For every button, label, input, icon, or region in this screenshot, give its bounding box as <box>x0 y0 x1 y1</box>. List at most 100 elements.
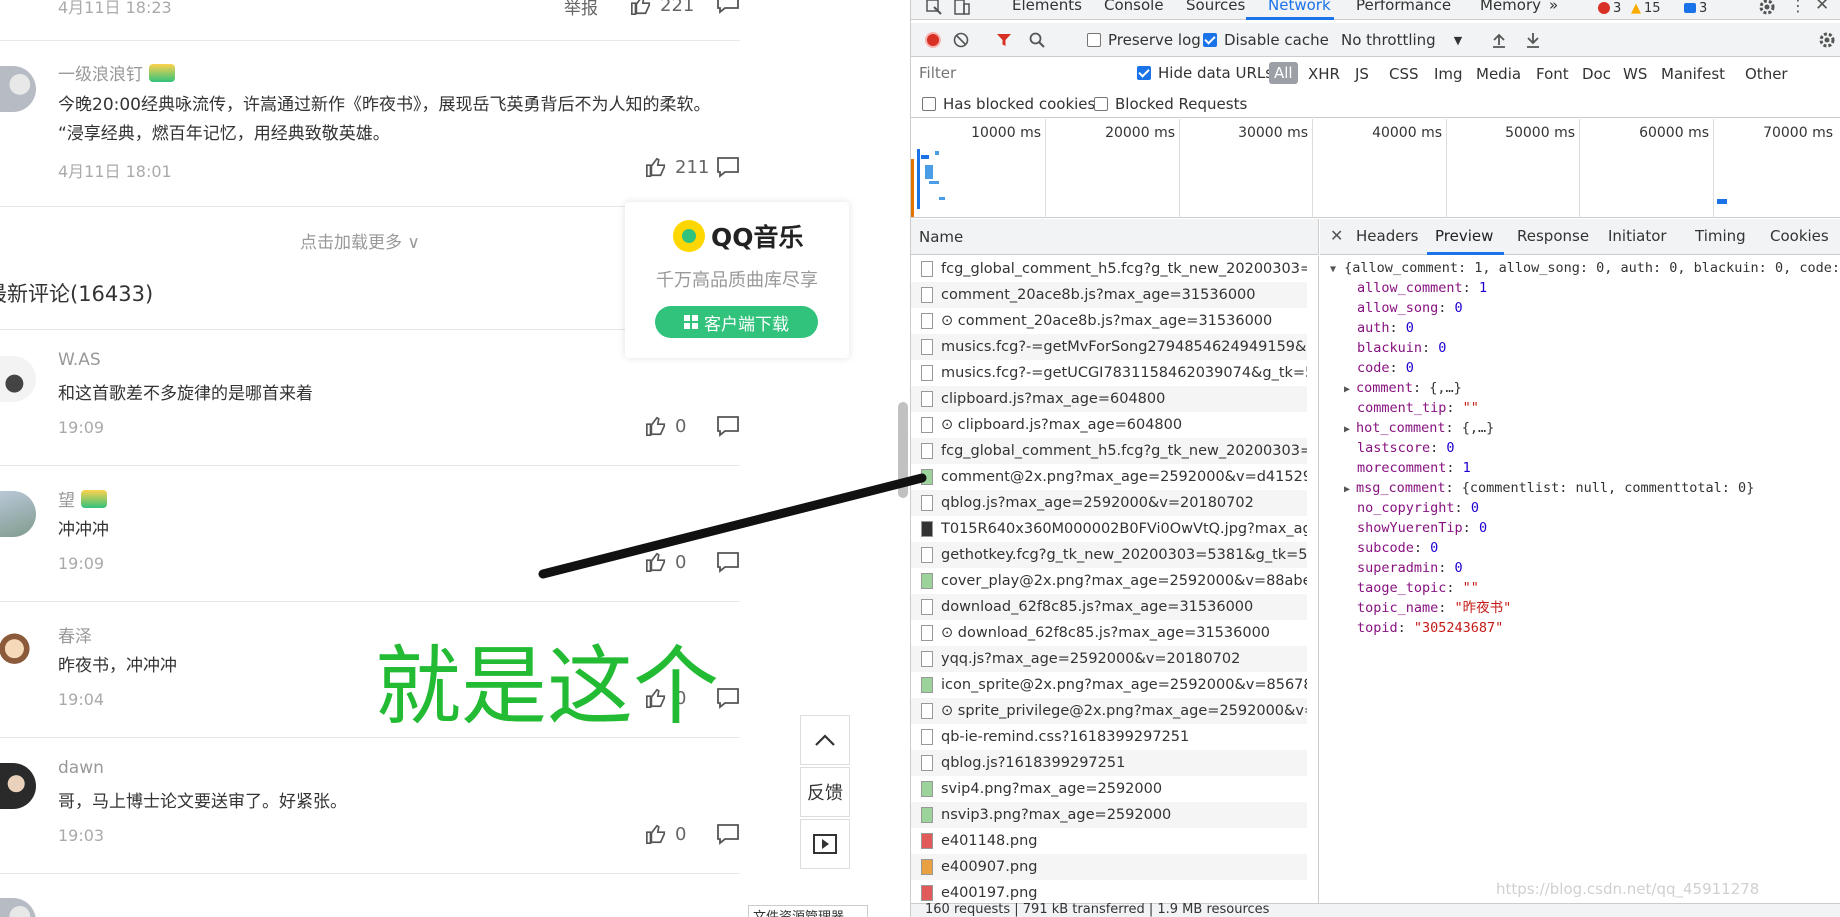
network-timeline-overview[interactable]: 10000 ms 20000 ms 30000 ms 40000 ms 5000… <box>911 119 1840 218</box>
report-link[interactable]: 举报 <box>564 0 598 19</box>
request-row[interactable]: e400197.png <box>911 880 1307 904</box>
tab-preview[interactable]: Preview <box>1435 227 1493 245</box>
type-filter-img[interactable]: Img <box>1434 65 1463 83</box>
request-row[interactable]: ⊙ comment_20ace8b.js?max_age=31536000 <box>911 308 1307 334</box>
client-download-button[interactable]: 客户端下载 <box>655 306 818 338</box>
like-button[interactable]: 0 <box>645 821 686 847</box>
comment-username[interactable]: W.AS <box>58 350 101 370</box>
type-filter-font[interactable]: Font <box>1536 65 1569 83</box>
reply-icon[interactable] <box>716 0 740 14</box>
throttling-select[interactable]: No throttling ▼ <box>1341 23 1462 57</box>
request-row[interactable]: clipboard.js?max_age=604800 <box>911 386 1307 412</box>
back-to-top-button[interactable] <box>800 715 850 765</box>
type-filter-ws[interactable]: WS <box>1623 65 1647 83</box>
request-row[interactable]: ⊙ sprite_privilege@2x.png?max_age=259200… <box>911 698 1307 724</box>
avatar[interactable] <box>0 763 36 809</box>
preserve-log-checkbox[interactable]: Preserve log <box>1087 23 1201 57</box>
tab-headers[interactable]: Headers <box>1356 227 1418 245</box>
json-root-summary[interactable]: ▼ {allow_comment: 1, allow_song: 0, auth… <box>1330 258 1840 280</box>
type-filter-js[interactable]: JS <box>1355 65 1369 83</box>
like-button[interactable]: 211 <box>645 154 709 180</box>
filter-input[interactable] <box>919 60 1125 86</box>
disable-cache-checkbox[interactable]: Disable cache <box>1203 23 1329 57</box>
json-field[interactable]: ▶ comment: {,…} <box>1344 378 1462 400</box>
request-row[interactable]: nsvip3.png?max_age=2592000 <box>911 802 1307 828</box>
reply-icon[interactable] <box>716 551 740 573</box>
tab-performance[interactable]: Performance <box>1356 0 1451 14</box>
json-field[interactable]: ▶ hot_comment: {,…} <box>1344 418 1494 440</box>
request-row[interactable]: fcg_global_comment_h5.fcg?g_tk_new_20200… <box>911 438 1307 464</box>
tab-timing[interactable]: Timing <box>1695 227 1746 245</box>
request-row[interactable]: ⊙ clipboard.js?max_age=604800 <box>911 412 1307 438</box>
tab-elements[interactable]: Elements <box>1012 0 1082 14</box>
request-row[interactable]: comment_20ace8b.js?max_age=31536000 <box>911 282 1307 308</box>
tab-memory[interactable]: Memory <box>1480 0 1541 14</box>
avatar[interactable] <box>0 628 36 674</box>
filter-toggle-button[interactable] <box>996 23 1012 57</box>
request-row[interactable]: svip4.png?max_age=2592000 <box>911 776 1307 802</box>
request-row[interactable]: icon_sprite@2x.png?max_age=2592000&v=856… <box>911 672 1307 698</box>
network-settings-gear-icon[interactable] <box>1818 31 1836 49</box>
tab-cookies[interactable]: Cookies <box>1770 227 1829 245</box>
device-toolbar-icon[interactable] <box>953 0 971 16</box>
message-count-badge[interactable]: 3 <box>1684 0 1707 18</box>
error-count-badge[interactable]: 3 <box>1598 0 1621 18</box>
request-row[interactable]: gethotkey.fcg?g_tk_new_20200303=5381&g_t… <box>911 542 1307 568</box>
request-row[interactable]: download_62f8c85.js?max_age=31536000 <box>911 594 1307 620</box>
avatar[interactable] <box>0 356 36 402</box>
name-column-header[interactable]: Name <box>919 228 963 246</box>
like-button[interactable]: 0 <box>645 413 686 439</box>
reply-icon[interactable] <box>716 687 740 709</box>
play-video-button[interactable] <box>800 819 850 869</box>
reply-icon[interactable] <box>716 415 740 437</box>
json-field[interactable]: ▶ msg_comment: {commentlist: null, comme… <box>1344 478 1754 500</box>
request-row[interactable]: e400907.png <box>911 854 1307 880</box>
like-button[interactable]: 0 <box>645 685 686 711</box>
request-row[interactable]: qblog.js?max_age=2592000&v=20180702 <box>911 490 1307 516</box>
tab-console[interactable]: Console <box>1104 0 1164 14</box>
request-row[interactable]: qb-ie-remind.css?1618399297251 <box>911 724 1307 750</box>
like-button[interactable]: 221 <box>630 0 694 18</box>
request-row[interactable]: ⊙ download_62f8c85.js?max_age=31536000 <box>911 620 1307 646</box>
search-button[interactable] <box>1029 23 1045 57</box>
request-row[interactable]: yqq.js?max_age=2592000&v=20180702 <box>911 646 1307 672</box>
like-button[interactable]: 0 <box>645 549 686 575</box>
hide-data-urls-checkbox[interactable]: Hide data URLs <box>1137 64 1273 82</box>
type-filter-all[interactable]: All <box>1269 62 1298 84</box>
comment-username[interactable]: dawn <box>58 758 104 778</box>
close-icon[interactable]: ✕ <box>1815 0 1829 15</box>
page-scrollbar-thumb[interactable] <box>898 402 908 498</box>
tab-sources[interactable]: Sources <box>1186 0 1245 14</box>
export-har-button[interactable] <box>1525 23 1541 57</box>
clear-button[interactable] <box>953 23 969 57</box>
tab-initiator[interactable]: Initiator <box>1608 227 1667 245</box>
kebab-menu-icon[interactable]: ⋮ <box>1790 0 1806 15</box>
avatar[interactable] <box>0 66 36 112</box>
load-more-link[interactable]: 点击加载更多 ∨ <box>300 228 420 253</box>
type-filter-css[interactable]: CSS <box>1389 65 1419 83</box>
tab-network[interactable]: Network <box>1268 0 1331 14</box>
type-filter-doc[interactable]: Doc <box>1582 65 1611 83</box>
inspect-element-icon[interactable] <box>925 0 943 16</box>
request-row[interactable]: comment@2x.png?max_age=2592000&v=d415294… <box>911 464 1307 490</box>
type-filter-xhr[interactable]: XHR <box>1308 65 1340 83</box>
request-row[interactable]: fcg_global_comment_h5.fcg?g_tk_new_20200… <box>911 256 1307 282</box>
feedback-button[interactable]: 反馈 <box>800 767 850 817</box>
reply-icon[interactable] <box>716 156 740 178</box>
request-list-header[interactable]: Name <box>911 219 1319 255</box>
request-row[interactable]: musics.fcg?-=getUCGI7831158462039074&g_t… <box>911 360 1307 386</box>
type-filter-media[interactable]: Media <box>1476 65 1521 83</box>
settings-gear-icon[interactable] <box>1758 0 1776 16</box>
type-filter-other[interactable]: Other <box>1745 65 1788 83</box>
has-blocked-cookies-checkbox[interactable]: Has blocked cookies <box>922 95 1095 113</box>
type-filter-manifest[interactable]: Manifest <box>1661 65 1725 83</box>
blocked-requests-checkbox[interactable]: Blocked Requests <box>1094 95 1247 113</box>
request-row[interactable]: T015R640x360M000002B0FVi0OwVtQ.jpg?max_a… <box>911 516 1307 542</box>
comment-username[interactable]: 望 <box>58 486 107 511</box>
reply-icon[interactable] <box>716 823 740 845</box>
warning-count-badge[interactable]: ▲ 15 <box>1631 0 1661 18</box>
record-button[interactable] <box>925 23 941 57</box>
comment-username[interactable]: 春泽 <box>58 622 92 647</box>
import-har-button[interactable] <box>1491 23 1507 57</box>
comment-username[interactable]: 一级浪浪钉 <box>58 60 175 85</box>
